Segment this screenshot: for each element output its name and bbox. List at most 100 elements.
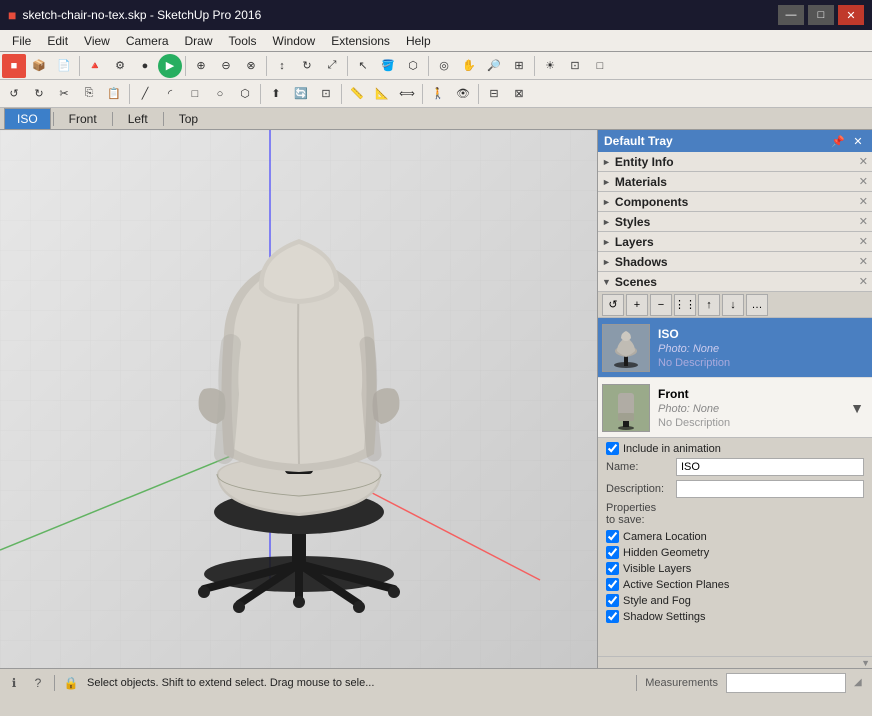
tb2-dim-btn[interactable]: ⟺ xyxy=(395,82,419,106)
camera-location-label[interactable]: Camera Location xyxy=(623,531,707,543)
tb-new-btn[interactable]: 📦 xyxy=(27,54,51,78)
tb-style1-btn[interactable]: ⚙ xyxy=(108,54,132,78)
close-button[interactable]: ✕ xyxy=(838,5,864,25)
status-info-icon[interactable]: ℹ xyxy=(6,675,22,691)
hidden-geometry-checkbox[interactable] xyxy=(606,546,619,559)
tb-pan-btn[interactable]: ✋ xyxy=(457,54,481,78)
menu-file[interactable]: File xyxy=(4,32,39,50)
tb-paint-btn[interactable]: 🪣 xyxy=(376,54,400,78)
menu-window[interactable]: Window xyxy=(265,32,324,50)
tb-save-btn[interactable]: 📄 xyxy=(52,54,76,78)
tb2-redo-btn[interactable]: ↻ xyxy=(27,82,51,106)
tb2-polygon-btn[interactable]: ⬡ xyxy=(233,82,257,106)
tb-bold-btn[interactable]: 🔺 xyxy=(83,54,107,78)
tb2-undo-btn[interactable]: ↺ xyxy=(2,82,26,106)
tb2-rect-btn[interactable]: □ xyxy=(183,82,207,106)
scenes-header[interactable]: ▼ Scenes ✕ xyxy=(598,272,872,292)
tab-front[interactable]: Front xyxy=(56,108,110,129)
tb2-tape-btn[interactable]: 📏 xyxy=(345,82,369,106)
active-section-planes-checkbox[interactable] xyxy=(606,578,619,591)
scene-move-down-btn[interactable]: ↓ xyxy=(722,294,744,316)
scene-item-front[interactable]: Front Photo: None No Description ▼ xyxy=(598,378,872,438)
tray-section-styles[interactable]: ► Styles ✕ xyxy=(598,212,872,232)
maximize-button[interactable]: □ xyxy=(808,5,834,25)
tb-rotate-btn[interactable]: ↻ xyxy=(295,54,319,78)
menu-camera[interactable]: Camera xyxy=(118,32,177,50)
tb-move-btn[interactable]: ↕ xyxy=(270,54,294,78)
status-lock-icon[interactable]: 🔒 xyxy=(63,675,79,691)
name-input[interactable] xyxy=(676,458,864,476)
shadow-settings-checkbox[interactable] xyxy=(606,610,619,623)
minimize-button[interactable]: — xyxy=(778,5,804,25)
tb-section-btn[interactable]: ⊡ xyxy=(563,54,587,78)
tray-section-shadows[interactable]: ► Shadows ✕ xyxy=(598,252,872,272)
tb2-offset-btn[interactable]: ⊡ xyxy=(314,82,338,106)
scene-options-btn[interactable]: … xyxy=(746,294,768,316)
tb-xray-btn[interactable]: □ xyxy=(588,54,612,78)
tb-scale-btn[interactable]: ⤢ xyxy=(320,54,344,78)
panel-scrollbar[interactable]: ▼ xyxy=(598,656,872,668)
tb-zoomfit-btn[interactable]: ⊞ xyxy=(507,54,531,78)
scene-remove-btn[interactable]: − xyxy=(650,294,672,316)
scene-refresh-btn[interactable]: ↺ xyxy=(602,294,624,316)
tab-left[interactable]: Left xyxy=(115,108,161,129)
components-close[interactable]: ✕ xyxy=(859,195,868,208)
tray-section-materials[interactable]: ► Materials ✕ xyxy=(598,172,872,192)
scene-add-btn[interactable]: + xyxy=(626,294,648,316)
layers-close[interactable]: ✕ xyxy=(859,235,868,248)
scene-details-btn[interactable]: ⋮⋮ xyxy=(674,294,696,316)
tb2-sectionplane-btn[interactable]: ⊟ xyxy=(482,82,506,106)
style-fog-label[interactable]: Style and Fog xyxy=(623,595,691,607)
hidden-geometry-label[interactable]: Hidden Geometry xyxy=(623,547,709,559)
tb2-walk-btn[interactable]: 🚶 xyxy=(426,82,450,106)
materials-close[interactable]: ✕ xyxy=(859,175,868,188)
menu-view[interactable]: View xyxy=(76,32,118,50)
tb2-copy-btn[interactable]: ⎘ xyxy=(77,82,101,106)
tab-top[interactable]: Top xyxy=(166,108,211,129)
scene-item-iso[interactable]: ISO Photo: None No Description xyxy=(598,318,872,378)
viewport[interactable] xyxy=(0,130,597,668)
shadows-close[interactable]: ✕ xyxy=(859,255,868,268)
tb-zoom-btn[interactable]: 🔎 xyxy=(482,54,506,78)
tb-select-btn[interactable]: ↖ xyxy=(351,54,375,78)
menu-extensions[interactable]: Extensions xyxy=(323,32,398,50)
tb2-paste-btn[interactable]: 📋 xyxy=(102,82,126,106)
entity-info-close[interactable]: ✕ xyxy=(859,155,868,168)
tray-pin-btn[interactable]: 📌 xyxy=(830,133,846,149)
menu-draw[interactable]: Draw xyxy=(177,32,221,50)
tray-section-layers[interactable]: ► Layers ✕ xyxy=(598,232,872,252)
tray-section-entity-info[interactable]: ► Entity Info ✕ xyxy=(598,152,872,172)
tb2-protractor-btn[interactable]: 📐 xyxy=(370,82,394,106)
tb-intersect-btn[interactable]: ⊗ xyxy=(239,54,263,78)
tb-open-btn[interactable]: ■ xyxy=(2,54,26,78)
tb2-sectioncut-btn[interactable]: ⊠ xyxy=(507,82,531,106)
visible-layers-checkbox[interactable] xyxy=(606,562,619,575)
tb2-cut-btn[interactable]: ✂ xyxy=(52,82,76,106)
menu-tools[interactable]: Tools xyxy=(221,32,265,50)
tb2-circle-btn[interactable]: ○ xyxy=(208,82,232,106)
menu-help[interactable]: Help xyxy=(398,32,439,50)
tb-render-btn[interactable]: ▶ xyxy=(158,54,182,78)
scene-move-up-btn[interactable]: ↑ xyxy=(698,294,720,316)
measurements-input[interactable] xyxy=(726,673,846,693)
tb2-arc-btn[interactable]: ◜ xyxy=(158,82,182,106)
menu-edit[interactable]: Edit xyxy=(39,32,76,50)
active-section-planes-label[interactable]: Active Section Planes xyxy=(623,579,729,591)
tray-section-components[interactable]: ► Components ✕ xyxy=(598,192,872,212)
include-animation-label[interactable]: Include in animation xyxy=(623,443,721,455)
tb-view-btn[interactable]: ● xyxy=(133,54,157,78)
include-animation-checkbox[interactable] xyxy=(606,442,619,455)
style-fog-checkbox[interactable] xyxy=(606,594,619,607)
tb2-push-btn[interactable]: ⬆ xyxy=(264,82,288,106)
tb-subtract-btn[interactable]: ⊖ xyxy=(214,54,238,78)
status-help-icon[interactable]: ? xyxy=(30,675,46,691)
styles-close[interactable]: ✕ xyxy=(859,215,868,228)
tb2-follow-btn[interactable]: 🔄 xyxy=(289,82,313,106)
tb2-line-btn[interactable]: ╱ xyxy=(133,82,157,106)
camera-location-checkbox[interactable] xyxy=(606,530,619,543)
shadow-settings-label[interactable]: Shadow Settings xyxy=(623,611,706,623)
description-input[interactable] xyxy=(676,480,864,498)
tray-close-btn[interactable]: ✕ xyxy=(850,133,866,149)
resize-handle[interactable]: ◢ xyxy=(854,677,866,689)
tab-iso[interactable]: ISO xyxy=(4,108,51,129)
